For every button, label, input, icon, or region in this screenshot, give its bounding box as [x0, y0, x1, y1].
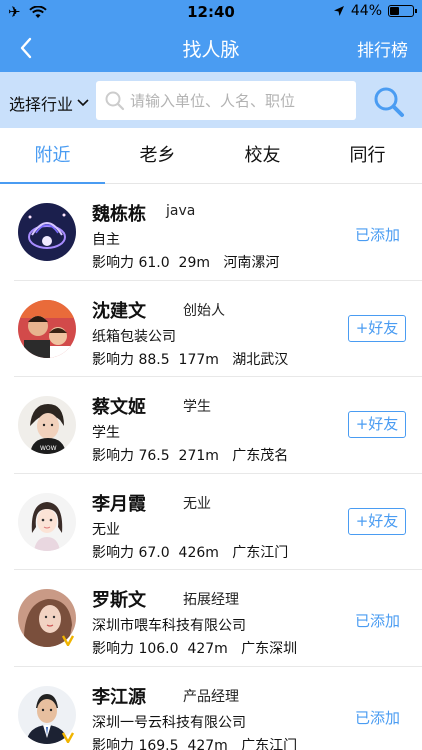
industry-select[interactable]: 选择行业	[9, 91, 90, 115]
search-input[interactable]	[130, 81, 350, 120]
avatar	[18, 203, 76, 261]
list-item[interactable]: 魏栋栋 java 自主 影响力 61.0 29m 河南漯河 已添加	[14, 184, 422, 281]
list-item[interactable]: 罗斯文 拓展经理 深圳市喂车科技有限公司 影响力 106.0 427m 广东深圳…	[14, 570, 422, 667]
distance: 426m	[178, 544, 219, 561]
distance: 427m	[187, 737, 228, 750]
add-friend-button[interactable]: +好友	[348, 314, 406, 342]
tab-alumni[interactable]: 校友	[210, 128, 315, 184]
person-name: 蔡文姬	[92, 397, 146, 418]
location-arrow-icon	[333, 6, 344, 16]
person-role: 产品经理	[183, 688, 239, 705]
person-company: 学生	[92, 425, 120, 441]
distance: 271m	[178, 448, 219, 464]
influence-label: 影响力	[92, 737, 134, 750]
list-item[interactable]: 李月霞 无业 无业 影响力 67.0 426m 广东江门 +好友	[14, 474, 422, 570]
influence-score: 61.0	[138, 255, 170, 271]
location: 广东深圳	[241, 641, 298, 657]
person-company: 纸箱包装公司	[92, 328, 176, 345]
avatar	[18, 492, 76, 551]
location: 广东江门	[241, 737, 298, 750]
person-role: 无业	[183, 495, 211, 512]
influence-score: 67.0	[138, 544, 170, 561]
battery-level	[390, 7, 400, 15]
person-role: 学生	[183, 399, 211, 415]
influence-label: 影响力	[92, 255, 134, 271]
category-tabs: 附近 老乡 校友 同行	[0, 128, 422, 184]
person-meta: 影响力 76.5 271m 广东茂名	[92, 445, 288, 465]
avatar: WOW	[18, 396, 76, 454]
person-name: 魏栋栋	[92, 204, 146, 225]
person-meta: 影响力 67.0 426m 广东江门	[92, 542, 288, 562]
search-box[interactable]	[96, 81, 356, 120]
distance: 29m	[178, 255, 210, 271]
person-meta: 影响力 106.0 427m 广东深圳	[92, 638, 297, 658]
person-role: 创始人	[183, 302, 225, 319]
avatar	[18, 299, 76, 358]
search-icon	[105, 91, 125, 111]
influence-label: 影响力	[92, 448, 134, 464]
added-status: 已添加	[354, 226, 400, 244]
nav-bar: 找人脉 排行榜	[0, 24, 422, 72]
distance: 177m	[178, 351, 219, 368]
person-name: 李江源	[92, 686, 146, 708]
person-role: 拓展经理	[183, 592, 239, 608]
person-name: 罗斯文	[92, 590, 146, 611]
tab-hometown[interactable]: 老乡	[105, 128, 210, 184]
distance: 427m	[187, 641, 228, 657]
influence-score: 76.5	[138, 448, 170, 464]
person-role: java	[166, 203, 196, 219]
person-name: 沈建文	[92, 300, 146, 322]
added-status: 已添加	[354, 612, 400, 630]
battery-percent: 44%	[350, 3, 382, 19]
influence-label: 影响力	[92, 351, 134, 368]
ranking-button[interactable]: 排行榜	[357, 36, 408, 61]
add-friend-button[interactable]: +好友	[348, 507, 406, 535]
person-company: 无业	[92, 521, 120, 538]
location: 湖北武汉	[232, 351, 289, 368]
influence-score: 106.0	[138, 641, 179, 657]
list-item[interactable]: 沈建文 创始人 纸箱包装公司 影响力 88.5 177m 湖北武汉 +好友	[14, 281, 422, 377]
influence-label: 影响力	[92, 544, 134, 561]
industry-select-label: 选择行业	[9, 95, 74, 114]
location: 河南漯河	[223, 255, 280, 271]
influence-score: 88.5	[138, 351, 170, 368]
person-name: 李月霞	[92, 493, 146, 515]
battery-icon	[388, 5, 417, 17]
tab-same-industry[interactable]: 同行	[315, 128, 420, 184]
search-button[interactable]	[372, 85, 406, 119]
location: 广东茂名	[232, 448, 289, 464]
verified-badge-icon	[62, 635, 74, 646]
tab-nearby[interactable]: 附近	[0, 128, 105, 184]
search-icon	[374, 87, 404, 117]
status-right: 44%	[333, 3, 417, 19]
list-item[interactable]: WOW 蔡文姬 学生 学生 影响力 76.5 271m 广东茂名 +好友	[14, 377, 422, 474]
location: 广东江门	[232, 544, 289, 561]
person-company: 自主	[92, 232, 120, 248]
person-company: 深圳市喂车科技有限公司	[92, 618, 246, 634]
svg-text:WOW: WOW	[40, 445, 57, 452]
added-status: 已添加	[354, 708, 400, 727]
list-item[interactable]: 李江源 产品经理 深圳一号云科技有限公司 影响力 169.5 427m 广东江门…	[14, 667, 422, 750]
influence-score: 169.5	[138, 737, 179, 750]
chevron-down-icon	[77, 99, 89, 107]
person-meta: 影响力 88.5 177m 湖北武汉	[92, 349, 288, 369]
people-list: 魏栋栋 java 自主 影响力 61.0 29m 河南漯河 已添加 沈建文 创始…	[0, 184, 422, 750]
add-friend-button[interactable]: +好友	[348, 411, 406, 438]
person-company: 深圳一号云科技有限公司	[92, 714, 246, 731]
person-meta: 影响力 61.0 29m 河南漯河	[92, 252, 279, 272]
influence-label: 影响力	[92, 641, 134, 657]
person-meta: 影响力 169.5 427m 广东江门	[92, 735, 297, 750]
search-bar: 选择行业	[0, 72, 422, 128]
verified-badge-icon	[62, 731, 74, 743]
status-bar: ✈ 12:40 44%	[0, 0, 422, 24]
